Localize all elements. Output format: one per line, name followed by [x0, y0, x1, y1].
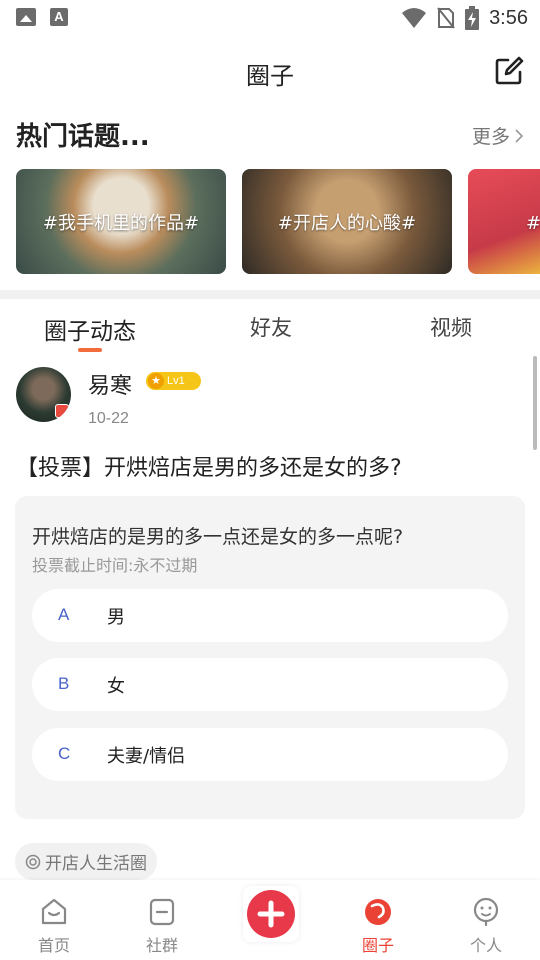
post-username[interactable]: 易寒	[88, 368, 132, 400]
nav-community[interactable]: 社群	[108, 880, 216, 960]
avatar[interactable]	[16, 367, 71, 422]
edit-icon[interactable]	[494, 56, 524, 86]
page-title: 圈子	[246, 62, 294, 90]
option-letter: C	[58, 744, 71, 763]
nav-label: 圈子	[361, 936, 394, 955]
plus-icon	[247, 890, 295, 938]
more-button[interactable]: 更多	[472, 122, 524, 149]
option-letter: A	[58, 605, 70, 624]
tab-circle-feed[interactable]: 圈子动态	[44, 312, 136, 346]
image-icon	[16, 8, 36, 26]
nav-circle[interactable]: 圈子	[324, 880, 432, 960]
title-bar: 圈子	[0, 36, 540, 108]
nav-label: 首页	[37, 936, 70, 955]
battery-charging-icon	[465, 6, 480, 30]
star-icon: ★	[148, 373, 164, 389]
post-card: 易寒 ★ Lv1 10-22 【投票】开烘焙店是男的多还是女的多? 开烘焙店的是…	[0, 360, 540, 880]
option-letter: B	[58, 674, 70, 693]
status-time: 3:56	[489, 6, 528, 29]
bottom-nav: 首页 社群 圈子 个人	[0, 880, 540, 960]
community-icon	[149, 898, 175, 926]
nav-home[interactable]: 首页	[0, 880, 108, 960]
wifi-icon	[402, 8, 427, 28]
nav-label: 社群	[145, 936, 178, 955]
more-label: 更多	[471, 126, 510, 148]
nav-profile[interactable]: 个人	[432, 880, 540, 960]
hot-topics-title: 热门话题...	[16, 122, 150, 152]
tab-video[interactable]: 视频	[430, 312, 472, 342]
topic-card[interactable]: #美	[468, 169, 540, 274]
hot-topics-header: 热门话题... 更多	[16, 116, 524, 156]
profile-icon	[473, 897, 499, 927]
topic-label: #我手机里的作品#	[42, 213, 200, 234]
vote-option-a[interactable]: A 男	[32, 589, 508, 642]
topic-card[interactable]: #开店人的心酸#	[242, 169, 452, 274]
target-icon	[25, 854, 41, 869]
nav-label: 个人	[469, 936, 502, 955]
text-a-icon: A	[50, 8, 68, 26]
status-bar: A 3:56	[0, 0, 540, 36]
circle-icon	[365, 899, 391, 925]
option-text: 夫妻/情侣	[107, 746, 186, 767]
topic-label: #美	[526, 213, 540, 234]
chevron-right-icon	[515, 128, 524, 143]
feed-tabs: 圈子动态 好友 视频	[0, 306, 540, 356]
vote-question: 开烘焙店的是男的多一点还是女的多一点呢?	[32, 526, 404, 548]
add-button[interactable]	[243, 886, 299, 942]
option-text: 女	[107, 676, 125, 697]
post-title[interactable]: 【投票】开烘焙店是男的多还是女的多?	[16, 450, 402, 482]
vote-option-b[interactable]: B 女	[32, 658, 508, 711]
home-icon	[41, 898, 67, 925]
nav-add[interactable]	[216, 880, 324, 960]
tab-friends[interactable]: 好友	[250, 312, 292, 342]
circle-tag[interactable]: 开店人生活圈	[15, 843, 157, 880]
post-date: 10-22	[88, 410, 129, 427]
vote-option-c[interactable]: C 夫妻/情侣	[32, 728, 508, 781]
status-left: A	[16, 8, 68, 26]
tab-active-indicator	[78, 348, 102, 352]
option-text: 男	[107, 607, 125, 628]
topic-label: #开店人的心酸#	[277, 213, 417, 234]
vote-card: 开烘焙店的是男的多一点还是女的多一点呢? 投票截止时间:永不过期 A 男 B 女…	[15, 496, 525, 819]
plus-glyph	[257, 900, 285, 928]
status-right: 3:56	[401, 6, 528, 30]
section-divider	[0, 290, 540, 299]
vote-deadline: 投票截止时间:永不过期	[32, 556, 198, 575]
level-badge: ★ Lv1	[146, 372, 201, 390]
avatar-badge	[55, 404, 69, 418]
topic-card[interactable]: #我手机里的作品#	[16, 169, 226, 274]
circle-tag-label: 开店人生活圈	[45, 854, 147, 874]
level-text: Lv1	[167, 375, 185, 387]
no-sim-icon	[437, 7, 455, 29]
hot-topics-carousel[interactable]: #我手机里的作品# #开店人的心酸# #美	[16, 169, 540, 274]
